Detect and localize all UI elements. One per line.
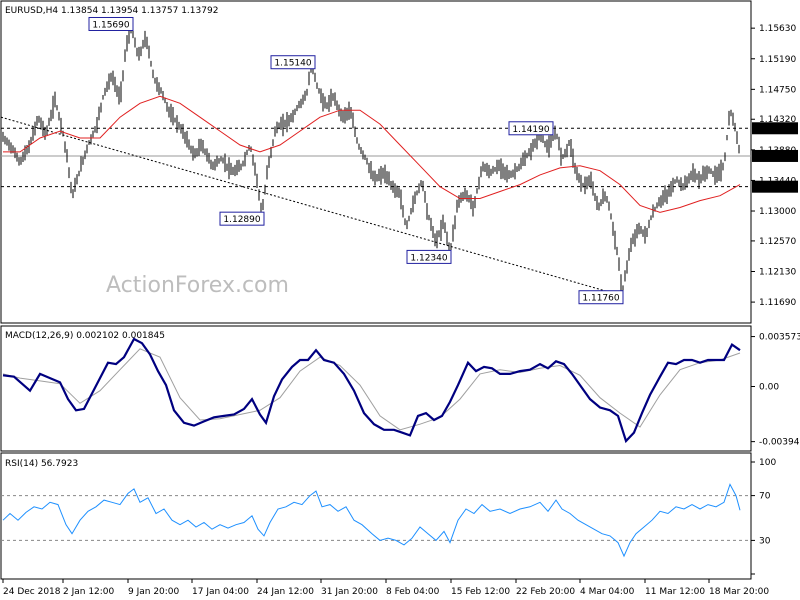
price-annotation-label: 1.12890 (223, 215, 260, 225)
x-tick-label: 17 Jan 04:00 (192, 587, 249, 597)
macd-y-tick-label: -0.003945 (759, 438, 800, 448)
price-annotation-label: 1.11760 (582, 294, 619, 304)
x-tick-label: 2 Jan 12:00 (63, 587, 115, 597)
symbol-header: EURUSD,H4 1.13854 1.13954 1.13757 1.1379… (5, 6, 218, 16)
rsi-panel-frame (0, 452, 752, 580)
chart: ActionForex.com EURUSD,H4 1.13854 1.1395… (0, 0, 800, 597)
price-axis: 1.156301.151901.147501.143201.138801.134… (751, 24, 798, 308)
macd-title: MACD(12,26,9) 0.002102 0.001845 (5, 331, 165, 341)
x-tick-label: 11 Mar 12:00 (645, 587, 705, 597)
price-annotation-label: 1.15140 (274, 59, 311, 69)
x-tick-label: 31 Jan 20:00 (321, 587, 378, 597)
y-tick-label: 1.15190 (759, 55, 796, 65)
x-tick-label: 9 Jan 20:00 (128, 587, 180, 597)
rsi-title: RSI(14) 56.7923 (5, 459, 78, 469)
price-annotation-label: 1.12340 (410, 253, 447, 263)
rsi-y-tick-label: 100 (759, 458, 776, 468)
x-tick-label: 22 Feb 20:00 (516, 587, 575, 597)
y-tick-label: 1.12570 (759, 237, 796, 247)
x-tick-label: 18 Mar 20:00 (709, 587, 769, 597)
price-annotation-label: 1.14190 (512, 125, 549, 135)
level-label: 1.14190 (755, 125, 792, 135)
x-tick-label: 8 Feb 04:00 (386, 587, 440, 597)
y-tick-label: 1.13000 (759, 207, 796, 217)
current-price-label: 1.13792 (755, 152, 792, 162)
macd-y-tick-label: 0.003573 (759, 333, 800, 343)
y-tick-label: 1.15630 (759, 24, 796, 34)
macd-y-tick-label: 0.00 (759, 383, 779, 393)
y-tick-label: 1.14750 (759, 85, 796, 95)
level-label: 1.13350 (755, 183, 792, 193)
price-annotation-label: 1.15690 (92, 20, 129, 30)
x-tick-label: 24 Jan 12:00 (257, 587, 314, 597)
rsi-y-tick-label: 70 (759, 492, 771, 502)
watermark: ActionForex.com (106, 273, 289, 298)
x-tick-label: 15 Feb 12:00 (451, 587, 510, 597)
y-tick-label: 1.11690 (759, 298, 796, 308)
x-tick-label: 4 Mar 04:00 (580, 587, 635, 597)
y-tick-label: 1.12130 (759, 268, 796, 278)
x-axis: 24 Dec 2018 2 Jan 12:00 9 Jan 20:00 17 Jan … (2, 579, 769, 597)
x-tick-label: 24 Dec 2018 (3, 587, 61, 597)
macd-panel-frame (0, 325, 752, 452)
rsi-y-tick-label: 30 (759, 536, 771, 546)
